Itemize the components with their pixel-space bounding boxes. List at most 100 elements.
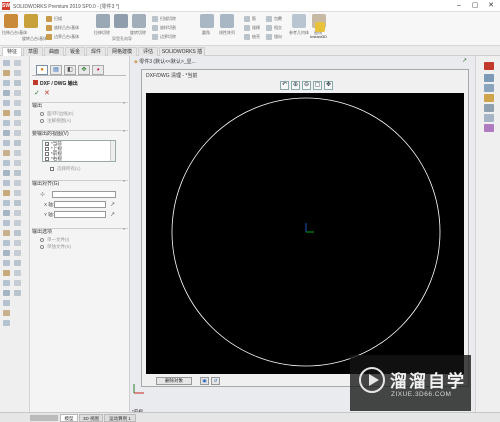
expand-icon[interactable]: ↗: [462, 57, 467, 64]
design-library-icon[interactable]: [484, 84, 494, 92]
swept-cut-icon[interactable]: [152, 16, 158, 22]
mirror-icon[interactable]: [266, 34, 272, 40]
section-header[interactable]: 输出: [32, 102, 128, 110]
linear-pattern-icon[interactable]: [220, 14, 234, 28]
reference-geometry-icon[interactable]: [292, 14, 306, 28]
tab-evaluate[interactable]: 评估: [138, 47, 158, 56]
list-item[interactable]: *右视: [51, 156, 62, 161]
tool-icon[interactable]: [14, 220, 21, 226]
tab-mesh-modeling[interactable]: 网格建模: [107, 47, 137, 56]
tab-features[interactable]: 特征: [2, 47, 22, 56]
tool-icon[interactable]: [14, 280, 21, 286]
tab-3d-views[interactable]: 3D 视图: [79, 414, 103, 422]
view-checkbox[interactable]: ✓: [45, 142, 49, 147]
flip-y-icon[interactable]: ↗: [110, 211, 115, 218]
tool-icon[interactable]: [3, 240, 10, 246]
tab-solidworks-addins[interactable]: SOLIDWORKS 插件: [159, 47, 205, 64]
tool-icon[interactable]: [14, 150, 21, 156]
shell-icon[interactable]: [244, 34, 250, 40]
x-axis-input[interactable]: [54, 201, 106, 208]
radio-single-file[interactable]: [40, 238, 44, 242]
section-header[interactable]: 输出对齐(G): [32, 180, 128, 188]
boundary-cut-icon[interactable]: [152, 34, 158, 40]
loft-icon[interactable]: [46, 25, 52, 31]
tool-icon[interactable]: [3, 130, 10, 136]
tool-icon[interactable]: [3, 310, 10, 316]
pan-icon[interactable]: ✥: [324, 81, 333, 90]
reload-icon[interactable]: ↺: [211, 377, 220, 385]
configuration-manager-tab-icon[interactable]: ◧: [64, 65, 76, 75]
section-header[interactable]: 要输出的视图(V): [32, 130, 128, 138]
tool-icon[interactable]: [3, 120, 10, 126]
tool-icon[interactable]: [14, 80, 21, 86]
revolve-boss-icon[interactable]: [24, 14, 38, 28]
radio-faces[interactable]: [40, 112, 44, 116]
boundary-boss-icon[interactable]: [46, 34, 52, 40]
tab-motion-study[interactable]: 运动算例 1: [104, 414, 136, 422]
custom-properties-icon[interactable]: [484, 124, 494, 132]
tab-weldments[interactable]: 焊件: [86, 47, 106, 56]
select-all-checkbox[interactable]: [50, 167, 54, 171]
tool-icon[interactable]: [14, 260, 21, 266]
tool-icon[interactable]: [14, 240, 21, 246]
tool-icon[interactable]: [14, 70, 21, 76]
chevron-up-icon[interactable]: ⌃: [122, 180, 126, 186]
tool-icon[interactable]: [3, 210, 10, 216]
ok-button[interactable]: ✓: [34, 89, 40, 97]
tool-icon[interactable]: [14, 90, 21, 96]
view-checkbox[interactable]: [45, 152, 49, 156]
extrude-cut-icon[interactable]: [96, 14, 110, 28]
tool-icon[interactable]: [3, 140, 10, 146]
display-manager-tab-icon[interactable]: ◕: [92, 65, 104, 75]
fillet-icon[interactable]: [200, 14, 214, 28]
radio-annotation-views[interactable]: [40, 119, 44, 123]
tool-icon[interactable]: [3, 170, 10, 176]
tool-icon[interactable]: [3, 300, 10, 306]
file-explorer-icon[interactable]: [484, 94, 494, 102]
section-header[interactable]: 输出选项: [32, 228, 128, 236]
tool-icon[interactable]: [14, 160, 21, 166]
preview-canvas[interactable]: [146, 93, 464, 374]
tool-icon[interactable]: [14, 110, 21, 116]
instant3d-icon[interactable]: [315, 22, 325, 32]
tab-model[interactable]: 模型: [60, 414, 78, 422]
delete-entities-button[interactable]: 删除对象: [156, 377, 192, 385]
tool-icon[interactable]: [3, 270, 10, 276]
maximize-button[interactable]: ▢: [468, 1, 482, 11]
tool-icon[interactable]: [3, 260, 10, 266]
resources-icon[interactable]: [484, 74, 494, 82]
minimize-button[interactable]: –: [452, 1, 466, 11]
close-task-icon[interactable]: [484, 62, 494, 70]
tool-icon[interactable]: [3, 70, 10, 76]
wrap-icon[interactable]: [266, 16, 272, 22]
save-icon[interactable]: ▣: [200, 377, 209, 385]
undo-icon[interactable]: ↶: [280, 81, 289, 90]
flip-x-icon[interactable]: ↗: [110, 201, 115, 208]
tool-icon[interactable]: [3, 320, 10, 326]
tool-icon[interactable]: [3, 250, 10, 256]
y-axis-input[interactable]: [54, 211, 106, 218]
tool-icon[interactable]: [14, 60, 21, 66]
tool-icon[interactable]: [3, 280, 10, 286]
tool-icon[interactable]: [3, 60, 10, 66]
tool-icon[interactable]: [14, 190, 21, 196]
zoom-in-icon[interactable]: ⊕: [291, 81, 300, 90]
view-palette-icon[interactable]: [484, 104, 494, 112]
views-listbox[interactable]: ✓ *当前 *上视 *前视 *右视: [42, 140, 116, 162]
tool-icon[interactable]: [3, 290, 10, 296]
dimxpert-tab-icon[interactable]: ✥: [78, 65, 90, 75]
tool-icon[interactable]: [14, 170, 21, 176]
chevron-up-icon[interactable]: ⌃: [122, 228, 126, 234]
tool-icon[interactable]: [3, 150, 10, 156]
view-checkbox[interactable]: [45, 147, 49, 151]
hole-wizard-icon[interactable]: [114, 14, 128, 28]
tool-icon[interactable]: [3, 200, 10, 206]
intersect-icon[interactable]: [266, 25, 272, 31]
appearances-icon[interactable]: [484, 114, 494, 122]
chevron-up-icon[interactable]: ⌃: [122, 102, 126, 108]
chevron-up-icon[interactable]: ⌃: [122, 130, 126, 136]
tool-icon[interactable]: [14, 250, 21, 256]
tool-icon[interactable]: [14, 120, 21, 126]
tool-icon[interactable]: [3, 160, 10, 166]
tool-icon[interactable]: [3, 110, 10, 116]
